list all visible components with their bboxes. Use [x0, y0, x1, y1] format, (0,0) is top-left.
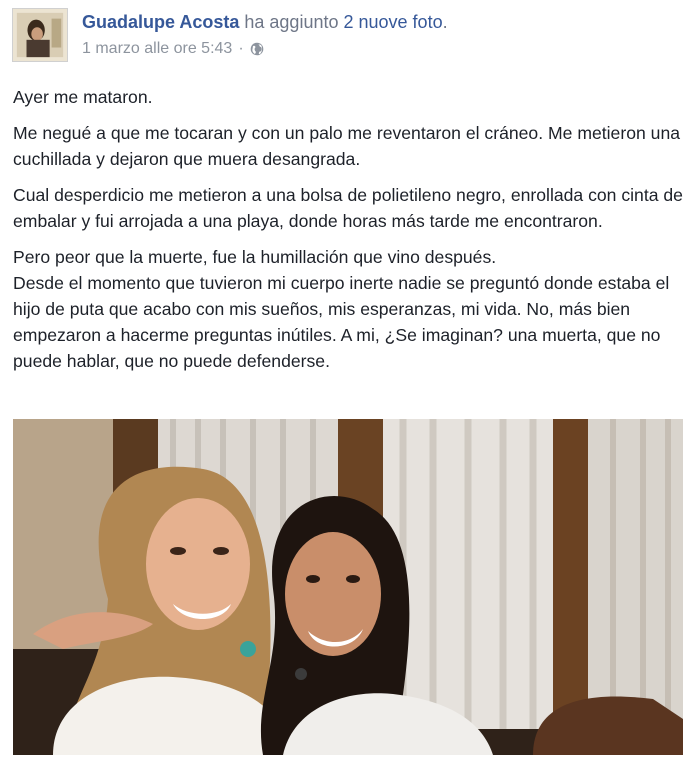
- meta-separator: ·: [238, 40, 244, 57]
- post-paragraph: Pero peor que la muerte, fue la humillac…: [13, 247, 670, 371]
- post-paragraph: Cual desperdicio me metieron a una bolsa…: [13, 185, 683, 231]
- post-header: Guadalupe Acosta ha aggiunto 2 nuove fot…: [12, 8, 688, 64]
- post-body: Ayer me mataron. Me negué a que me tocar…: [13, 84, 689, 384]
- post-paragraph: Ayer me mataron.: [13, 87, 153, 107]
- post-meta: 1 marzo alle ore 5:43 ·: [82, 40, 682, 58]
- globe-icon[interactable]: [250, 42, 264, 56]
- action-suffix: .: [442, 12, 448, 32]
- author-avatar[interactable]: [12, 8, 68, 62]
- author-name-link[interactable]: Guadalupe Acosta: [82, 12, 239, 32]
- post-title-line: Guadalupe Acosta ha aggiunto 2 nuove fot…: [82, 10, 682, 34]
- post-timestamp[interactable]: 1 marzo alle ore 5:43: [82, 40, 232, 58]
- post-paragraph: Me negué a que me tocaran y con un palo …: [13, 123, 681, 169]
- post-photo[interactable]: [13, 419, 683, 755]
- photo-illustration: [13, 419, 683, 755]
- action-text: ha aggiunto: [244, 12, 339, 32]
- facebook-post: Guadalupe Acosta ha aggiunto 2 nuove fot…: [0, 0, 700, 762]
- new-photos-link[interactable]: 2 nuove foto: [344, 12, 443, 32]
- header-text: Guadalupe Acosta ha aggiunto 2 nuove fot…: [82, 10, 682, 58]
